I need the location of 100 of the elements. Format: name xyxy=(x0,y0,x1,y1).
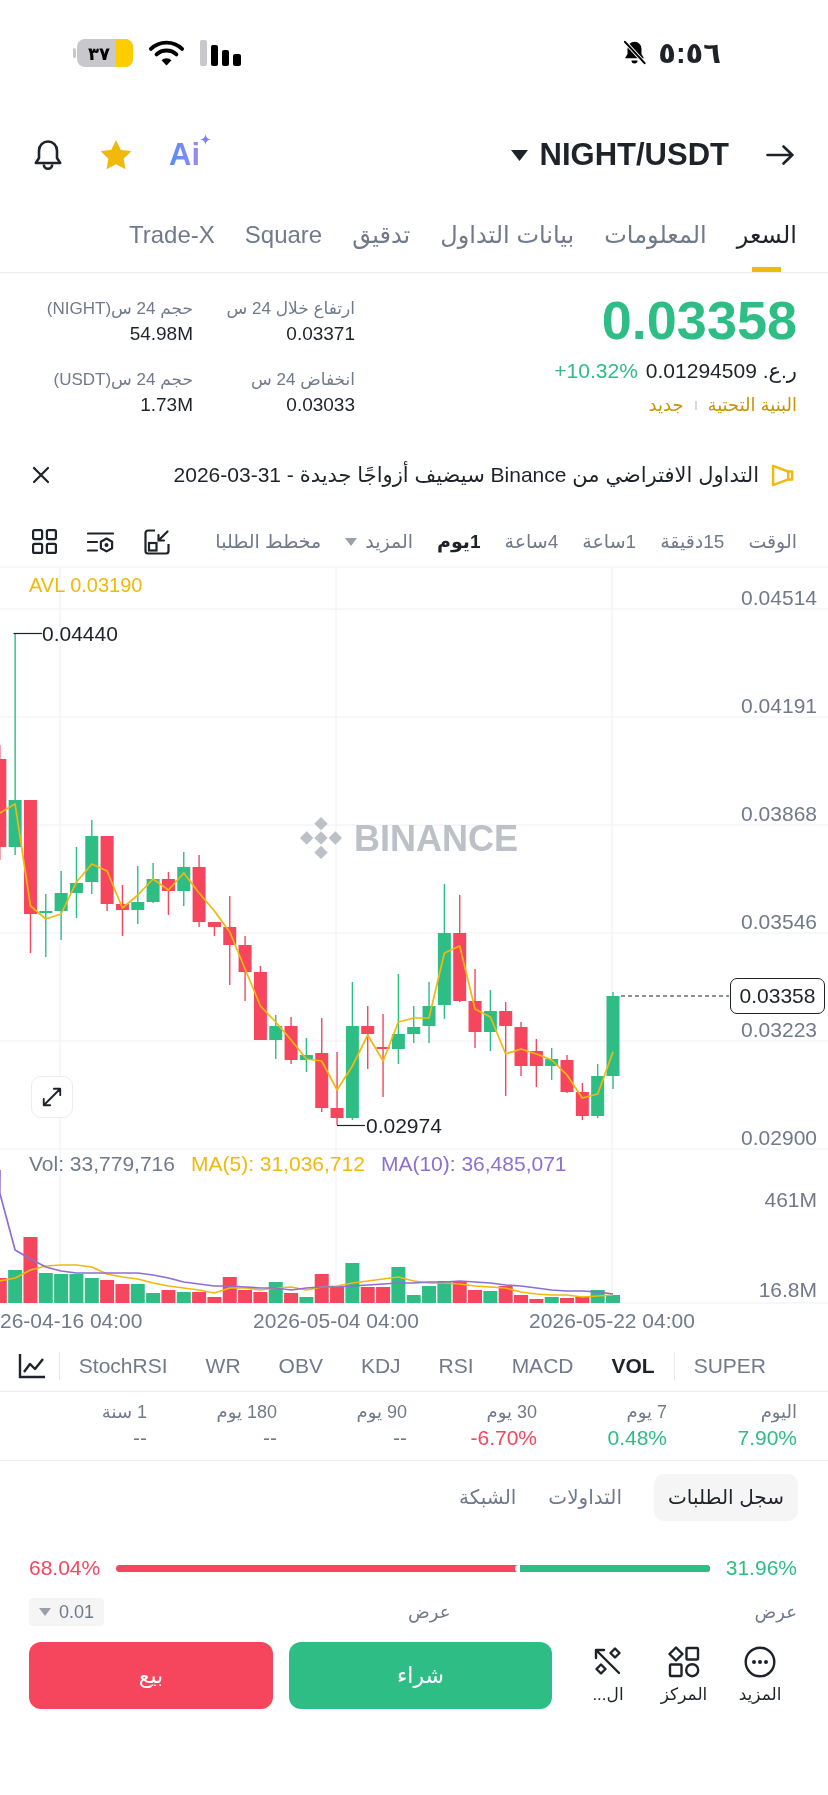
shortcut-button[interactable]: ال... xyxy=(576,1645,640,1706)
caret-down-icon xyxy=(510,149,528,161)
shortcut-button[interactable]: المركز xyxy=(652,1645,716,1706)
indicator-tab[interactable]: RSI xyxy=(419,1351,493,1380)
more-dropdown[interactable]: المزيد xyxy=(345,528,413,555)
shortcut-button[interactable]: المزيد xyxy=(728,1645,792,1706)
low-price-label: 0.02974 xyxy=(366,1114,442,1137)
indicator-tab[interactable]: KDJ xyxy=(341,1351,420,1380)
candlestick xyxy=(545,1047,559,1081)
period-label: 7 يوم xyxy=(626,1401,667,1424)
volume-bar xyxy=(176,1292,191,1303)
tab[interactable]: المعلومات xyxy=(604,205,707,272)
interval-option[interactable]: 1يوم xyxy=(436,528,481,555)
fullscreen-button[interactable] xyxy=(31,1076,73,1118)
candlestick xyxy=(299,1037,313,1073)
legend-text: MA(5): 31,036,712 xyxy=(190,1152,365,1176)
candlestick xyxy=(529,1038,543,1088)
sell-ratio: 68.04% xyxy=(29,1556,101,1580)
precision-dropdown[interactable]: 0.01 xyxy=(29,1598,105,1626)
tab[interactable]: Square xyxy=(244,205,323,272)
pair-selector[interactable]: NIGHT/USDT xyxy=(510,135,729,175)
period-label: اليوم xyxy=(760,1401,797,1424)
price-axis-label: 0.03546 xyxy=(741,910,817,933)
candlestick xyxy=(54,870,68,941)
date-axis-label: 2026-05-22 04:00 xyxy=(529,1309,695,1332)
diagonal-arrows-icon xyxy=(41,1086,63,1108)
price-change: +10.32% xyxy=(554,358,638,384)
indicator-tab[interactable]: MACD xyxy=(492,1351,593,1380)
candlestick xyxy=(575,1082,589,1121)
legend-text: Vol: 33,779,716 xyxy=(29,1152,175,1176)
order-book-tab[interactable]: التداولات xyxy=(548,1474,622,1521)
price-axis-label: 0.02900 xyxy=(741,1126,817,1149)
category-tag[interactable]: جديد xyxy=(648,393,684,417)
indicator-tab[interactable]: SUPER xyxy=(674,1351,785,1380)
price-axis-label: 0.03868 xyxy=(741,802,817,825)
period-label: 1 سنة xyxy=(101,1401,147,1424)
price-axis-label: 0.04514 xyxy=(741,586,817,609)
indicator-tab[interactable]: OBV xyxy=(259,1351,342,1380)
corner-arrow-icon[interactable] xyxy=(144,528,170,555)
candlestick xyxy=(361,1005,375,1070)
period-change: -- xyxy=(133,1425,147,1451)
volume-axis-label: 461M xyxy=(764,1188,817,1211)
arrow-diamonds-icon xyxy=(592,1645,624,1678)
wifi-icon xyxy=(148,39,185,66)
volume-bar xyxy=(100,1280,115,1303)
tab[interactable]: Trade-X xyxy=(129,205,215,272)
stat-value: 1.73M xyxy=(140,393,193,417)
indicator-tab[interactable]: WR xyxy=(186,1351,260,1380)
settings-icon[interactable] xyxy=(87,530,114,553)
average-price-label: AVL 0.03190 xyxy=(29,574,143,596)
status-time: ٥:٥٦ xyxy=(658,35,721,70)
category-tag[interactable]: البنية التحتية xyxy=(707,393,797,417)
interval-option[interactable]: 4ساعة xyxy=(504,528,559,555)
date-axis-label: 2026-05-04 04:00 xyxy=(253,1309,419,1332)
period-change: 7.90% xyxy=(737,1425,797,1451)
sell-button[interactable]: بيع xyxy=(29,1642,273,1709)
tab[interactable]: بيانات التداول xyxy=(440,205,575,272)
last-price: 0.03358 xyxy=(601,290,797,350)
watermark-text: BINANCE xyxy=(354,818,518,859)
column-header: عرض xyxy=(408,1601,451,1624)
line-chart-icon[interactable] xyxy=(17,1352,46,1379)
stat-label: ارتفاع خلال 24 س xyxy=(226,298,355,321)
price-axis-label: 0.03223 xyxy=(741,1018,817,1041)
interval-option[interactable]: 15دقيقة xyxy=(660,528,725,555)
caret-down-icon xyxy=(345,537,358,546)
close-icon[interactable] xyxy=(32,466,50,484)
candlestick xyxy=(483,989,497,1052)
interval-option[interactable]: 1ساعة xyxy=(582,528,637,555)
leader-line xyxy=(12,632,43,635)
period-label: 90 يوم xyxy=(356,1401,407,1424)
buy-button[interactable]: شراء xyxy=(289,1642,552,1709)
grid-icon[interactable] xyxy=(32,529,57,554)
high-price-label: 0.04440 xyxy=(42,622,118,645)
buy-ratio: 31.96% xyxy=(725,1556,797,1580)
announcement-text[interactable]: التداول الافتراضي من Binance سيضيف أزواجًا جديدة - 31-03-2026 xyxy=(173,461,759,489)
order-book-tab[interactable]: سجل الطلبات xyxy=(654,1474,798,1521)
tab[interactable]: تدقيق xyxy=(352,205,411,272)
candlestick xyxy=(238,935,252,1002)
candlestick xyxy=(269,1014,283,1060)
tab[interactable]: السعر xyxy=(736,205,797,272)
candlestick xyxy=(39,893,53,958)
indicator-tab[interactable]: StochRSI xyxy=(59,1351,187,1380)
volume-bar xyxy=(161,1290,176,1303)
period-change: -- xyxy=(263,1425,277,1451)
candlestick xyxy=(177,851,191,907)
diamond-logo-icon xyxy=(299,816,343,860)
star-icon[interactable] xyxy=(99,139,133,171)
date-axis-label: 26-04-16 04:00 xyxy=(0,1309,143,1332)
volume-axis-label: 16.8M xyxy=(758,1278,817,1301)
order-book-tab[interactable]: الشبكة xyxy=(459,1474,517,1521)
stat-label: انخفاض 24 س xyxy=(251,369,355,391)
stat-value: 0.03033 xyxy=(286,393,355,417)
bell-icon[interactable] xyxy=(33,139,63,171)
dots-circle-icon xyxy=(744,1645,776,1678)
shapes-icon xyxy=(668,1645,700,1678)
arrow-right-icon[interactable] xyxy=(766,144,795,166)
candlestick xyxy=(146,862,160,904)
candlestick xyxy=(161,871,175,916)
indicator-tab[interactable]: VOL xyxy=(592,1351,674,1380)
depth-chart-tab[interactable]: مخطط الطلبا xyxy=(215,528,322,555)
